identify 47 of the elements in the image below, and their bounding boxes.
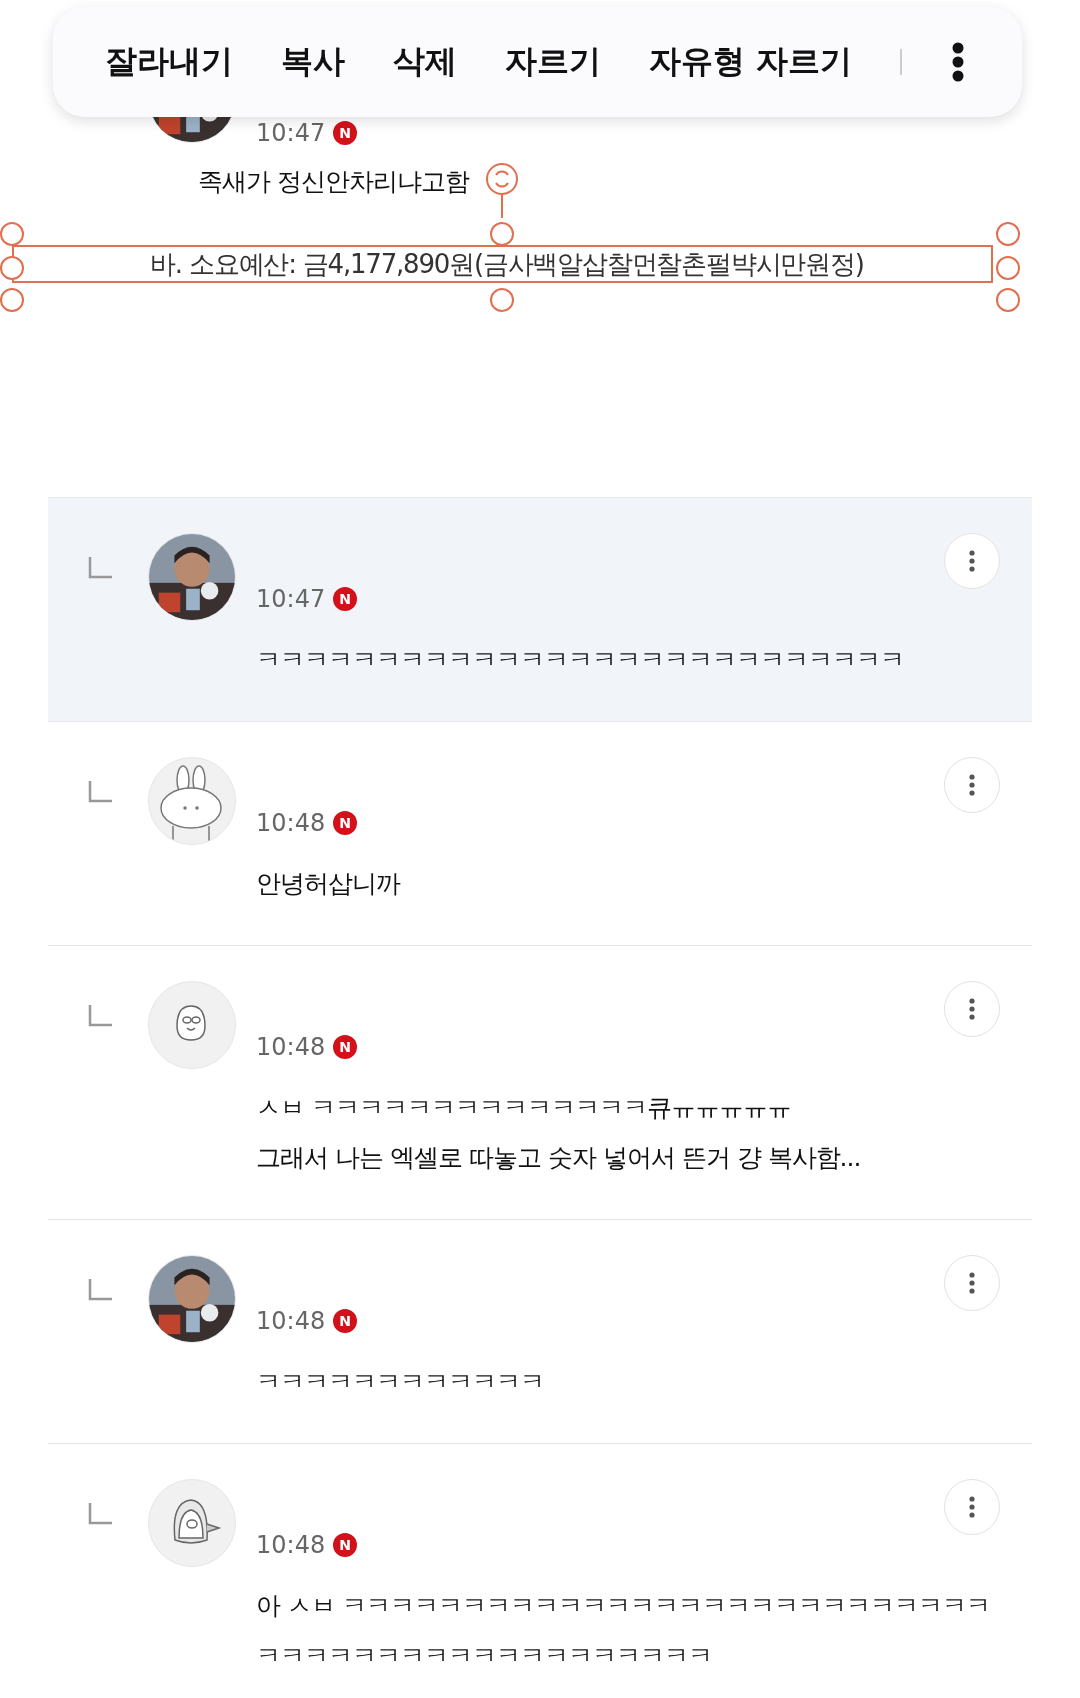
more-icon: [969, 998, 975, 1020]
resize-handle[interactable]: [996, 222, 1020, 246]
new-badge: N: [333, 121, 358, 145]
resize-handle[interactable]: [490, 222, 514, 246]
more-button[interactable]: [944, 757, 1000, 813]
rotate-handle[interactable]: [484, 163, 520, 218]
more-button[interactable]: [944, 981, 1000, 1037]
comment-text: 그래서 나는 엑셀로 따놓고 숫자 넣어서 뜬거 걍 복사함...: [256, 1142, 861, 1174]
comment-time: 10:48: [256, 1307, 326, 1335]
image-selection-frame[interactable]: 바. 소요예산: 금4,177,890원(금사백알삽찰먼찰촌펄뱍시만원정): [0, 218, 1020, 308]
comment-time: 10:48: [256, 1531, 326, 1559]
comment-text: 아 ㅅㅂ ㅋㅋㅋㅋㅋㅋㅋㅋㅋㅋㅋㅋㅋㅋㅋㅋㅋㅋㅋㅋㅋㅋㅋㅋㅋㅋㅋ: [256, 1590, 990, 1622]
new-badge: N: [333, 1533, 358, 1557]
comment-text: ㅋㅋㅋㅋㅋㅋㅋㅋㅋㅋㅋㅋㅋㅋㅋㅋㅋㅋㅋㅋㅋㅋㅋㅋㅋㅋㅋ: [256, 644, 904, 676]
more-icon: [969, 774, 975, 796]
more-button[interactable]: [944, 1479, 1000, 1535]
comment-time: 10:48: [256, 809, 326, 837]
comment-text: ㅋㅋㅋㅋㅋㅋㅋㅋㅋㅋㅋㅋ: [256, 1366, 544, 1398]
more-icon[interactable]: [952, 42, 965, 82]
more-icon: [969, 1496, 975, 1518]
attachment-text: 바. 소요예산: 금4,177,890원(금사백알삽찰먼찰촌펄뱍시만원정): [150, 248, 864, 281]
resize-handle[interactable]: [0, 288, 24, 312]
comment-text: ㅋㅋㅋㅋㅋㅋㅋㅋㅋㅋㅋㅋㅋㅋㅋㅋㅋㅋㅋ: [256, 1640, 712, 1672]
comment-text: 족새가 정신안차리냐고함: [198, 166, 469, 198]
more-icon: [969, 550, 975, 572]
toolbar-action[interactable]: 잘라내기: [105, 40, 233, 84]
more-button[interactable]: [944, 1255, 1000, 1311]
comment-text: ㅅㅂ ㅋㅋㅋㅋㅋㅋㅋㅋㅋㅋㅋㅋㅋㅋ큐ㅠㅠㅠㅠㅠ: [256, 1092, 791, 1124]
comment-text: 안녕허삽니까: [256, 868, 400, 900]
new-badge: N: [333, 1309, 358, 1333]
resize-handle[interactable]: [996, 288, 1020, 312]
resize-handle[interactable]: [0, 222, 24, 246]
comment-time: 10:48: [256, 1033, 326, 1061]
more-button[interactable]: [944, 533, 1000, 589]
new-badge: N: [333, 1035, 358, 1059]
more-icon: [969, 1272, 975, 1294]
resize-handle[interactable]: [996, 256, 1020, 280]
toolbar-action[interactable]: 자르기: [505, 40, 601, 84]
new-badge: N: [333, 811, 358, 835]
new-badge: N: [333, 587, 358, 611]
toolbar-action[interactable]: 삭제: [393, 40, 457, 84]
toolbar-action[interactable]: 자유형 자르기: [649, 40, 853, 84]
comment-time: 10:47: [256, 119, 326, 147]
resize-handle[interactable]: [490, 288, 514, 312]
toolbar-action[interactable]: 복사: [281, 40, 345, 84]
resize-handle[interactable]: [0, 256, 24, 280]
comment-time: 10:47: [256, 585, 326, 613]
